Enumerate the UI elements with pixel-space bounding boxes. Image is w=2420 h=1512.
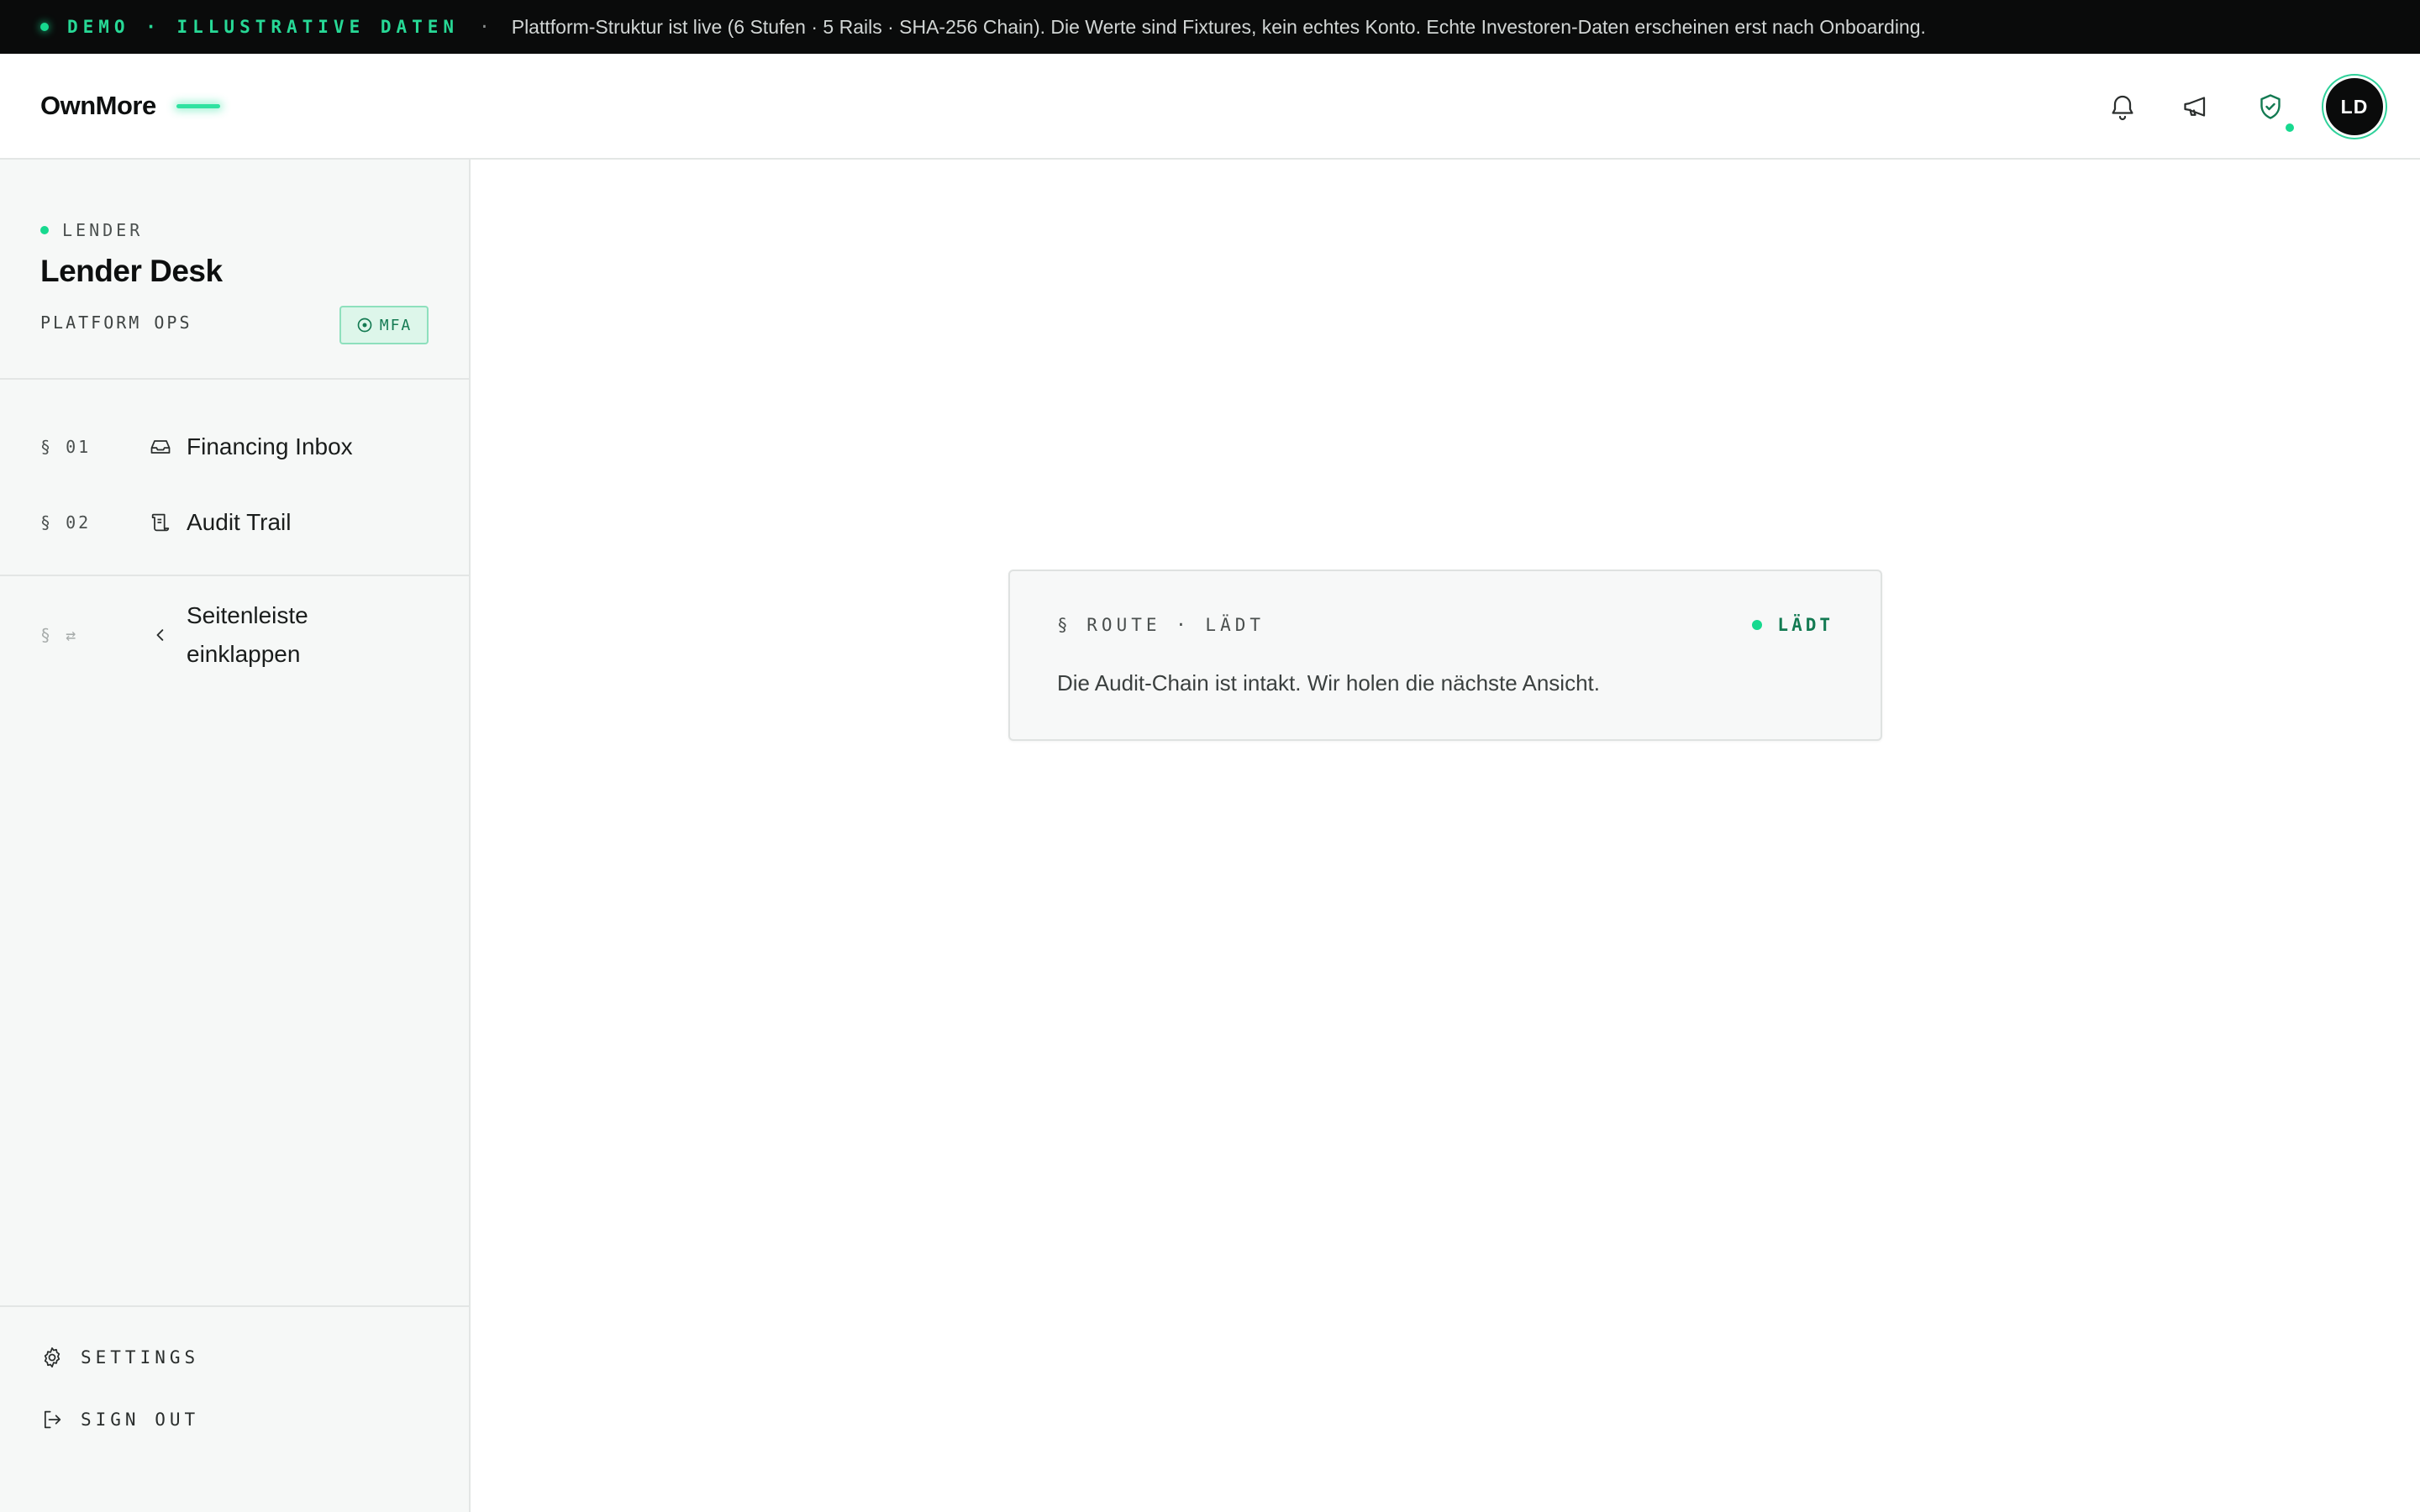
role-dot (40, 226, 49, 234)
security-status-dot (2286, 123, 2294, 132)
nav-label: Audit Trail (187, 509, 292, 535)
logo-accent-line (176, 103, 220, 108)
nav-number: § ⇄ (40, 625, 79, 645)
banner-separator: · (479, 17, 490, 37)
desk-title: Lender Desk (40, 254, 223, 288)
header-actions: LD (2104, 54, 2420, 160)
mfa-label: MFA (379, 316, 413, 334)
chevron-left-icon (148, 622, 173, 648)
mfa-badge: MFA (339, 306, 429, 344)
loading-status-label: LÄDT (1777, 615, 1833, 635)
security-status-button[interactable] (2252, 88, 2294, 132)
sign-out-button[interactable]: SIGN OUT (40, 1408, 199, 1431)
app-logo[interactable]: OwnMore (40, 91, 156, 121)
sidebar: LENDER Lender Desk PLATFORM OPS MFA § 01… (0, 160, 471, 1512)
clock-icon (357, 318, 372, 333)
nav-number: § 01 (40, 437, 92, 457)
demo-banner: DEMO · ILLUSTRATIVE DATEN · Plattform-St… (0, 0, 2420, 54)
banner-message: Plattform-Struktur ist live (6 Stufen · … (511, 15, 1926, 38)
announcements-button[interactable] (2178, 88, 2215, 125)
collapse-label: Seitenleiste einklappen (187, 602, 308, 667)
sidebar-divider (0, 575, 469, 576)
sign-out-label: SIGN OUT (81, 1410, 200, 1430)
loading-dot (1752, 620, 1763, 630)
gear-icon (44, 1347, 60, 1368)
route-eyebrow: § ROUTE · LÄDT (1057, 615, 1265, 635)
nav-number: § 02 (40, 512, 92, 533)
shield-check-icon (2260, 94, 2281, 119)
top-header: OwnMore LD (0, 54, 2420, 160)
desk-subtitle: PLATFORM OPS (40, 312, 192, 333)
bell-icon (2112, 95, 2133, 121)
megaphone-icon (2184, 97, 2206, 117)
sidebar-item-financing-inbox[interactable]: § 01 Financing Inbox (40, 433, 353, 460)
user-avatar[interactable]: LD (2326, 78, 2383, 135)
role-indicator: LENDER (40, 220, 143, 240)
live-indicator-dot (40, 23, 49, 31)
notifications-button[interactable] (2104, 88, 2141, 125)
loading-status: LÄDT (1752, 615, 1833, 635)
sidebar-item-audit-trail[interactable]: § 02 Audit Trail (40, 509, 292, 536)
settings-label: SETTINGS (81, 1347, 200, 1368)
route-loading-card: § ROUTE · LÄDT LÄDT Die Audit-Chain ist … (1008, 570, 1882, 741)
demo-tag: DEMO · ILLUSTRATIVE DATEN (67, 17, 460, 37)
scroll-icon (148, 510, 173, 535)
loading-description: Die Audit-Chain ist intakt. Wir holen di… (1057, 670, 1600, 696)
inbox-icon (148, 434, 173, 459)
nav-label: Financing Inbox (187, 433, 353, 459)
collapse-sidebar-button[interactable]: § ⇄ Seitenleiste einklappen (40, 596, 355, 674)
sidebar-divider (0, 1305, 469, 1307)
sign-out-icon (44, 1410, 61, 1429)
settings-button[interactable]: SETTINGS (40, 1346, 199, 1369)
role-label: LENDER (62, 220, 144, 240)
sidebar-divider (0, 378, 469, 380)
